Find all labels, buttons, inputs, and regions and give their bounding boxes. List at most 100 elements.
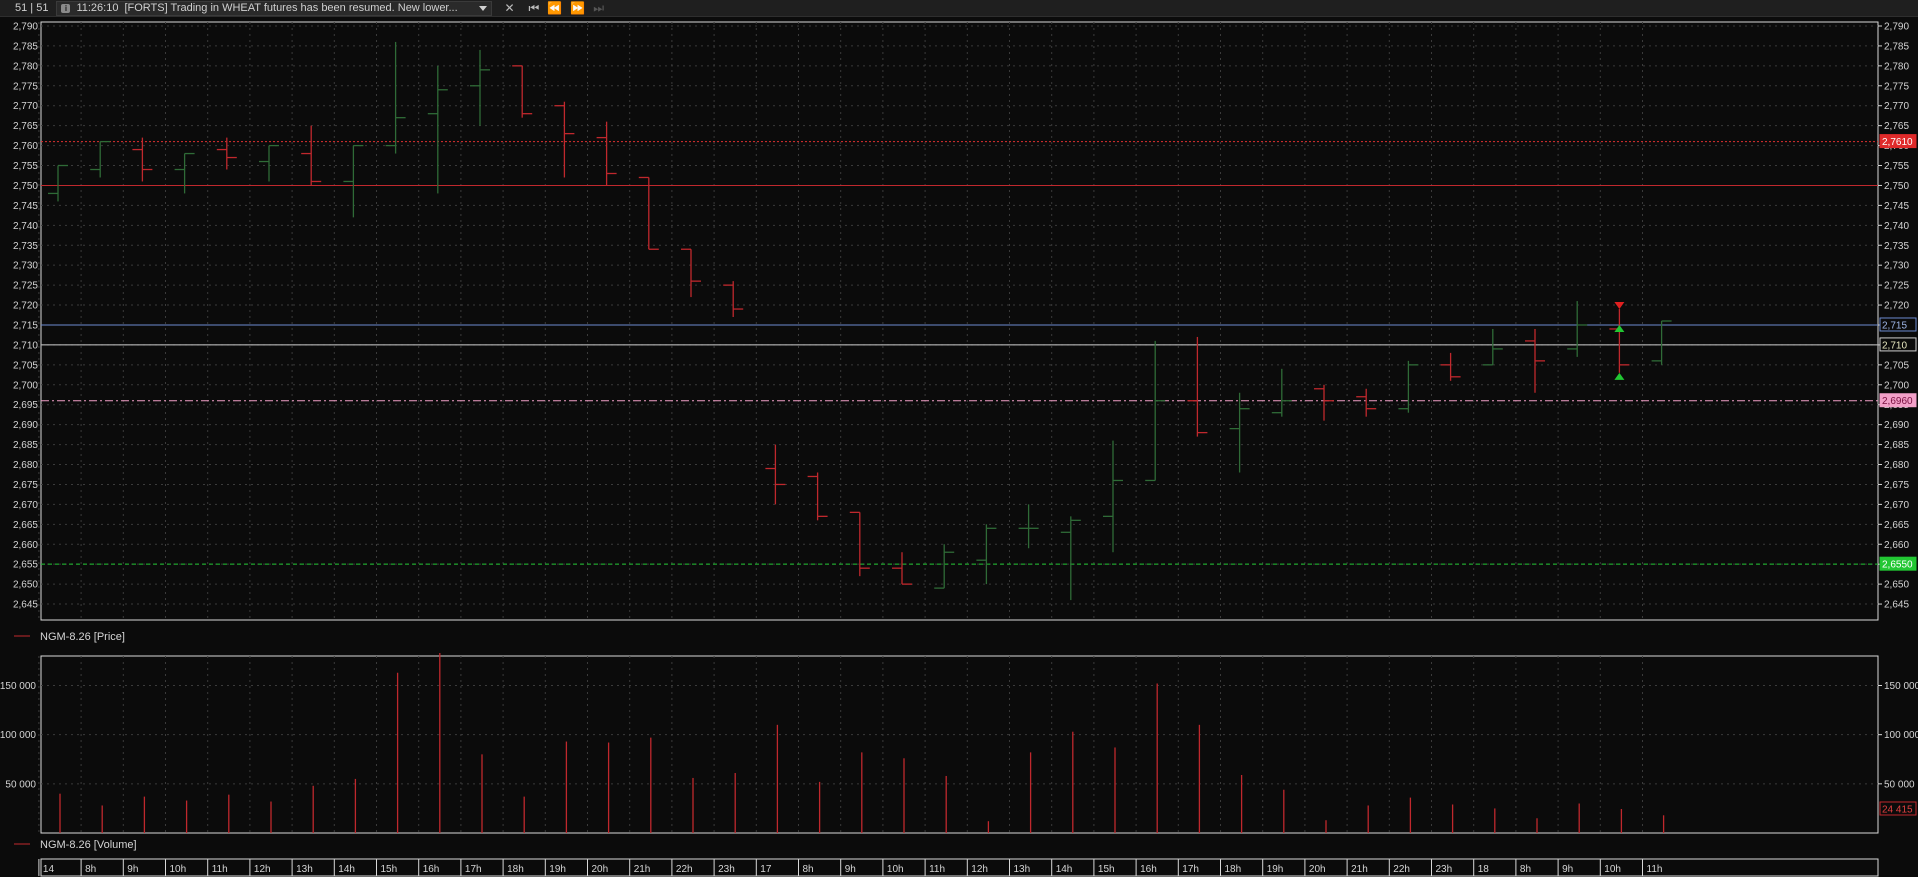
- time-label: 20h: [1309, 864, 1326, 875]
- y-tick-label-right: 2,680: [1884, 460, 1909, 471]
- ohlc-bar: [427, 65, 448, 194]
- y-tick-label-left: 2,700: [13, 380, 38, 391]
- time-label: 9h: [845, 864, 856, 875]
- ohlc-bar: [638, 176, 659, 250]
- ohlc-bar: [765, 444, 786, 505]
- ohlc-bar: [1103, 440, 1123, 553]
- y-tick-label-left: 2,790: [13, 21, 38, 32]
- y-tick-label-left: 2,670: [13, 500, 38, 511]
- y-tick-label-left: 2,755: [13, 161, 38, 172]
- ohlc-bar: [216, 137, 237, 170]
- time-label: 17h: [465, 864, 482, 875]
- y-tick-label-left: 2,660: [13, 540, 38, 551]
- y-tick-label-right: 2,645: [1884, 600, 1909, 611]
- y-tick-label-right: 2,650: [1884, 580, 1909, 591]
- y-tick-label-left: 2,705: [13, 360, 38, 371]
- sell-triangle-marker: [1614, 302, 1625, 310]
- y-tick-label-right: 2,735: [1884, 241, 1909, 252]
- ohlc-bar: [1229, 392, 1250, 473]
- y-tick-label-left: 2,780: [13, 61, 38, 72]
- y-tick-label-right: 2,700: [1884, 380, 1909, 391]
- news-counter: 51 | 51: [15, 2, 49, 14]
- time-label: 10h: [1604, 864, 1621, 875]
- y-tick-label-left: 2,745: [13, 201, 38, 212]
- time-label: 15h: [1098, 864, 1115, 875]
- y-tick-label-left: 2,760: [13, 141, 38, 152]
- y-tick-label-right: 2,775: [1884, 81, 1909, 92]
- time-label: 17: [760, 864, 772, 875]
- ohlc-bar: [343, 144, 364, 218]
- ohlc-bar: [1651, 320, 1672, 365]
- y-tick-label-left: 2,695: [13, 400, 38, 411]
- y-tick-label-right: 2,685: [1884, 440, 1909, 451]
- ohlc-bar: [1187, 336, 1208, 437]
- prev-icon[interactable]: ⏪: [547, 1, 562, 15]
- ohlc-bar: [1271, 368, 1292, 417]
- y-tick-label-left: 2,645: [13, 600, 38, 611]
- volume-frame: [40, 655, 1879, 834]
- ohlc-bar: [681, 248, 701, 298]
- time-label: 18h: [1225, 864, 1242, 875]
- y-tick-label-right: 2,750: [1884, 181, 1909, 192]
- time-label: 20h: [592, 864, 609, 875]
- time-label: 23h: [1436, 864, 1453, 875]
- time-label: 22h: [1393, 864, 1410, 875]
- next-icon[interactable]: ⏩: [570, 1, 585, 15]
- y-tick-label-right: 2,770: [1884, 101, 1909, 112]
- time-label: 10h: [887, 864, 904, 875]
- top-toolbar: 51 | 51 i 11:26:10 [FORTS] Trading in WH…: [0, 0, 1918, 17]
- y-tick-label-left: 2,775: [13, 81, 38, 92]
- y-tick-label-left: 2,765: [13, 121, 38, 132]
- time-label: 14h: [338, 864, 355, 875]
- time-label: 16h: [423, 864, 440, 875]
- ohlc-bar: [90, 140, 111, 178]
- buy-triangle-marker: [1614, 372, 1625, 380]
- y-tick-label-left: 2,665: [13, 520, 38, 531]
- news-ticker[interactable]: i 11:26:10 [FORTS] Trading in WHEAT futu…: [56, 0, 493, 16]
- news-text: [FORTS] Trading in WHEAT futures has bee…: [124, 2, 458, 14]
- time-label: 11h: [929, 864, 945, 875]
- y-tick-label-right: 2,675: [1884, 480, 1909, 491]
- y-tick-label-right: 2,790: [1884, 21, 1909, 32]
- y-tick-label-right: 2,705: [1884, 360, 1909, 371]
- volume-y-tick-right: 150 000: [1884, 681, 1918, 692]
- chart-area[interactable]: 2,790 2,790 2,785 2,785 2,780 2,780 2,775 2,775…: [0, 18, 1918, 877]
- time-label: 14h: [1056, 864, 1073, 875]
- volume-y-tick-right: 100 000: [1884, 730, 1918, 741]
- ohlc-bar: [976, 524, 997, 585]
- ohlc-bar: [301, 125, 322, 186]
- time-label: 11h: [1647, 864, 1663, 875]
- y-tick-label-right: 2,765: [1884, 121, 1909, 132]
- ohlc-bar: [470, 49, 490, 126]
- first-icon[interactable]: ⏮: [529, 1, 540, 16]
- ohlc-bar: [1482, 328, 1503, 366]
- time-label: 23h: [718, 864, 735, 875]
- ohlc-bar: [1145, 340, 1166, 482]
- ohlc-bar: [174, 152, 195, 194]
- ohlc-bar: [1525, 328, 1545, 393]
- y-tick-label-right: 2,730: [1884, 261, 1909, 272]
- time-label: 19h: [1267, 864, 1284, 875]
- ohlc-bar: [1018, 504, 1039, 549]
- ohlc-bar: [1060, 516, 1081, 601]
- time-label: 8h: [803, 864, 814, 875]
- price-level-label-text: 2,710: [1882, 340, 1907, 351]
- volume-last-label-text: 24 415: [1882, 804, 1913, 815]
- time-label: 15h: [381, 864, 398, 875]
- time-label: 11h: [212, 864, 228, 875]
- y-tick-label-left: 2,715: [13, 320, 38, 331]
- price-legend: NGM-8.26 [Price]: [40, 631, 125, 643]
- time-label: 12h: [971, 864, 988, 875]
- y-tick-label-left: 2,710: [13, 340, 38, 351]
- time-label: 12h: [254, 864, 271, 875]
- last-icon[interactable]: ⏭: [593, 1, 604, 16]
- y-tick-label-left: 2,690: [13, 420, 38, 431]
- close-icon[interactable]: ✕: [504, 1, 514, 15]
- volume-panel: 150 000 150 000 100 000 100 000 50 000 50 000…: [0, 653, 1918, 834]
- chevron-down-icon[interactable]: [479, 5, 488, 11]
- y-tick-label-right: 2,755: [1884, 161, 1909, 172]
- y-tick-label-right: 2,725: [1884, 281, 1909, 292]
- y-tick-label-left: 2,735: [13, 241, 38, 252]
- y-tick-label-right: 2,670: [1884, 500, 1909, 511]
- time-axis-frame: [40, 858, 1879, 877]
